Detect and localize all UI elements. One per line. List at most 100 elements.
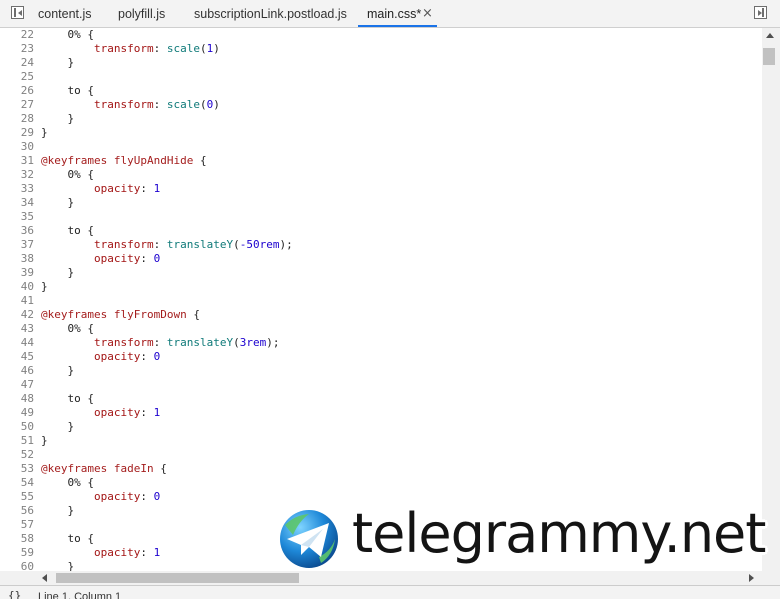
code-token: } bbox=[41, 504, 75, 517]
code-token: opacity bbox=[93, 252, 141, 265]
code-token: to { bbox=[41, 84, 94, 97]
tab-content-js[interactable]: content.js bbox=[38, 0, 92, 27]
line-code: to { bbox=[41, 392, 94, 406]
line-number: 35 bbox=[20, 210, 34, 223]
line-number: 51 bbox=[20, 434, 34, 447]
code-token: : bbox=[140, 182, 154, 195]
close-tab-icon[interactable]: × bbox=[422, 0, 433, 27]
line-number: 41 bbox=[20, 294, 34, 307]
code-line[interactable]: 41 bbox=[0, 294, 760, 308]
line-number: 52 bbox=[20, 448, 34, 461]
code-line[interactable]: 42 @keyframes flyFromDown { bbox=[0, 308, 760, 322]
code-line[interactable]: 38 opacity: 0 bbox=[0, 252, 760, 266]
tab-polyfill-js[interactable]: polyfill.js bbox=[118, 0, 165, 27]
code-line[interactable]: 51} bbox=[0, 434, 760, 448]
code-line[interactable]: 30 bbox=[0, 140, 760, 154]
code-token: @keyframes flyUpAndHide bbox=[41, 154, 194, 167]
code-line[interactable]: 35 bbox=[0, 210, 760, 224]
code-line[interactable]: 37 transform: translateY(-50rem); bbox=[0, 238, 760, 252]
code-token: opacity bbox=[93, 182, 141, 195]
code-line[interactable]: 48 to { bbox=[0, 392, 760, 406]
code-line[interactable]: 49 opacity: 1 bbox=[0, 406, 760, 420]
code-line[interactable]: 29} bbox=[0, 126, 760, 140]
code-token: : bbox=[153, 98, 167, 111]
code-token: 3rem bbox=[239, 336, 267, 349]
scroll-up-icon[interactable] bbox=[766, 33, 774, 38]
code-token: : bbox=[153, 238, 167, 251]
scroll-right-icon[interactable] bbox=[749, 574, 754, 582]
code-line[interactable]: 43 0% { bbox=[0, 322, 760, 336]
code-token: { bbox=[186, 308, 200, 321]
line-code: } bbox=[41, 560, 74, 571]
code-line[interactable]: 50 } bbox=[0, 420, 760, 434]
code-token: @keyframes flyFromDown bbox=[41, 308, 187, 321]
code-line[interactable]: 54 0% { bbox=[0, 476, 760, 490]
code-line[interactable]: 36 to { bbox=[0, 224, 760, 238]
line-number: 56 bbox=[20, 504, 34, 517]
code-line[interactable]: 25 bbox=[0, 70, 760, 84]
active-tab-indicator bbox=[358, 25, 437, 27]
code-token: 0 bbox=[153, 252, 161, 265]
line-code: opacity: 0 bbox=[41, 252, 160, 266]
code-token: } bbox=[41, 280, 48, 293]
code-line[interactable]: 34 } bbox=[0, 196, 760, 210]
code-token: -50rem bbox=[239, 238, 280, 251]
line-code: @keyframes fadeIn { bbox=[41, 462, 167, 476]
code-line[interactable]: 26 to { bbox=[0, 84, 760, 98]
code-token: } bbox=[41, 420, 75, 433]
tab-main-css[interactable]: main.css* bbox=[367, 0, 421, 27]
line-code: to { bbox=[41, 532, 94, 546]
code-line[interactable]: 27 transform: scale(0) bbox=[0, 98, 760, 112]
code-token: } bbox=[41, 112, 75, 125]
tab-subscriptionlink-postload-js[interactable]: subscriptionLink.postload.js bbox=[194, 0, 347, 27]
code-line[interactable]: 47 bbox=[0, 378, 760, 392]
code-line[interactable]: 53 @keyframes fadeIn { bbox=[0, 462, 760, 476]
code-line[interactable]: 33 opacity: 1 bbox=[0, 182, 760, 196]
line-number: 33 bbox=[20, 182, 34, 195]
code-token: : bbox=[153, 42, 167, 55]
line-number: 26 bbox=[20, 84, 34, 97]
code-line[interactable]: 22 0% { bbox=[0, 28, 760, 42]
code-line[interactable]: 24 } bbox=[0, 56, 760, 70]
code-token: transform bbox=[93, 336, 154, 349]
code-line[interactable]: 45 opacity: 0 bbox=[0, 350, 760, 364]
horizontal-scroll-thumb[interactable] bbox=[56, 573, 299, 583]
line-number: 30 bbox=[20, 140, 34, 153]
code-line[interactable]: 28 } bbox=[0, 112, 760, 126]
code-token: : bbox=[140, 490, 154, 503]
code-token: ( bbox=[233, 238, 240, 251]
code-line[interactable]: 52 bbox=[0, 448, 760, 462]
code-line[interactable]: 23 transform: scale(1) bbox=[0, 42, 760, 56]
line-code: 0% { bbox=[41, 28, 94, 42]
code-token: scale bbox=[166, 98, 200, 111]
code-token: : bbox=[140, 406, 154, 419]
line-number: 28 bbox=[20, 112, 34, 125]
code-token: 0% { bbox=[41, 322, 94, 335]
code-line[interactable]: 39 } bbox=[0, 266, 760, 280]
code-token: 0 bbox=[153, 490, 161, 503]
toggle-debugger-icon[interactable] bbox=[754, 6, 767, 19]
code-line[interactable]: 32 0% { bbox=[0, 168, 760, 182]
line-number: 50 bbox=[20, 420, 34, 433]
code-editor[interactable]: 22 0% {23 transform: scale(1) 24 } 25 26 to… bbox=[0, 28, 762, 571]
code-token: opacity bbox=[93, 490, 141, 503]
line-number: 40 bbox=[20, 280, 34, 293]
vertical-scroll-thumb[interactable] bbox=[763, 48, 775, 65]
toggle-navigator-icon[interactable] bbox=[11, 6, 24, 19]
pretty-print-button[interactable]: {} bbox=[8, 589, 21, 599]
code-token: } bbox=[41, 126, 48, 139]
code-line[interactable]: 31 @keyframes flyUpAndHide { bbox=[0, 154, 760, 168]
line-number: 23 bbox=[20, 42, 34, 55]
code-token: opacity bbox=[93, 350, 141, 363]
line-number: 57 bbox=[20, 518, 34, 531]
status-bar: {} Line 1, Column 1 bbox=[0, 585, 780, 599]
vertical-scrollbar[interactable] bbox=[762, 28, 780, 571]
code-line[interactable]: 40} bbox=[0, 280, 760, 294]
code-line[interactable]: 46 } bbox=[0, 364, 760, 378]
scroll-left-icon[interactable] bbox=[42, 574, 47, 582]
code-line[interactable]: 44 transform: translateY(3rem); bbox=[0, 336, 760, 350]
code-token: { bbox=[193, 154, 207, 167]
code-token: transform bbox=[93, 238, 154, 251]
